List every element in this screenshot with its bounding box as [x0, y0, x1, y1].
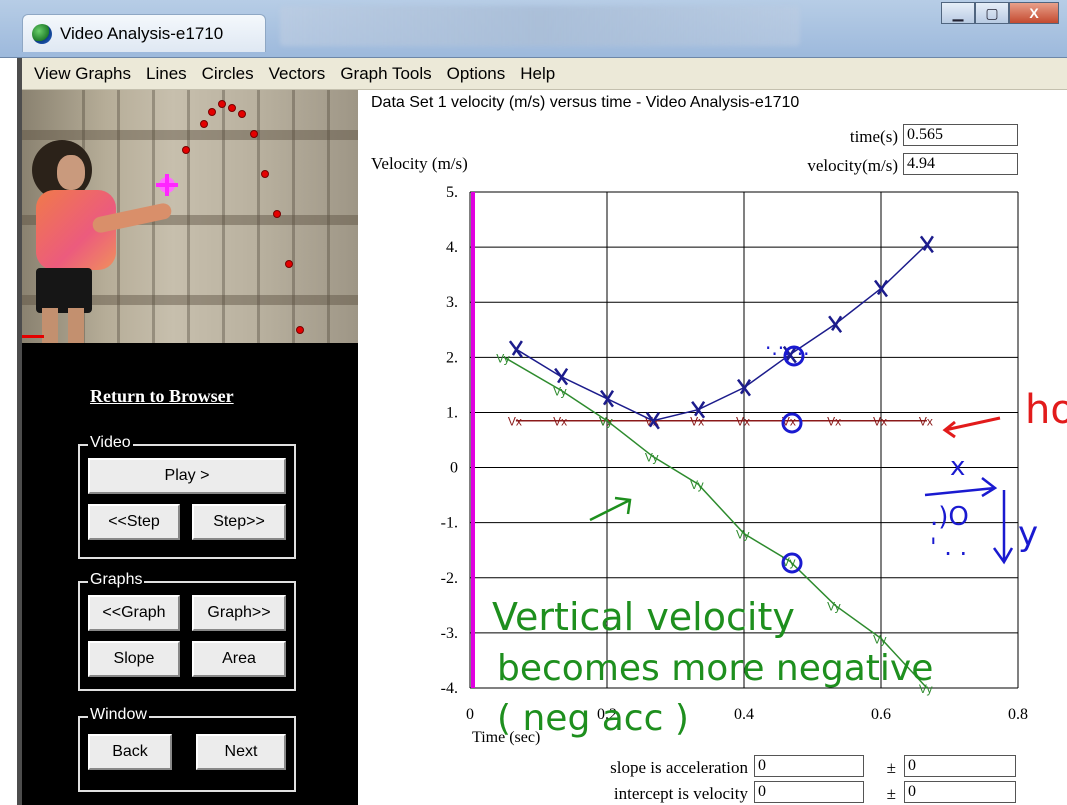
series-point-vy: Vy	[736, 528, 750, 542]
series-point-vx: Vx	[919, 415, 933, 429]
series-point-speed	[554, 367, 569, 386]
series-point-vx: Vx	[508, 415, 522, 429]
velocity-chart[interactable]: 5.4.3.2.1.0-1.-2.-3.-4.0 0.2 0.4 0.6 0.8 Vx V…	[0, 0, 1067, 805]
svg-text:' . .: ' . .	[930, 533, 967, 561]
series-point-vx: Vx	[553, 415, 567, 429]
series-point-vy: Vy	[645, 451, 659, 465]
series-point-vx: Vx	[736, 415, 750, 429]
y-tick-label: -3.	[441, 625, 458, 642]
annotation-line-3: ( neg acc )	[497, 698, 689, 739]
y-tick-label: -4.	[441, 680, 458, 697]
y-tick-label: 1.	[446, 404, 458, 421]
series-point-vx: Vx	[873, 415, 887, 429]
annotation-y: y	[1018, 514, 1038, 554]
series-line-speed	[515, 243, 928, 422]
annotation-hor: hor	[1025, 387, 1067, 433]
y-tick-label: 4.	[446, 239, 458, 256]
series-point-vy: Vy	[690, 478, 704, 492]
series-point-speed	[508, 340, 523, 358]
series-point-vx: Vx	[827, 415, 841, 429]
x-tick-label: 0.6	[871, 706, 891, 723]
annotation-line-1: Vertical velocity	[492, 595, 795, 639]
series-point-vy: Vy	[599, 415, 613, 429]
y-tick-label: 0	[450, 460, 458, 477]
series-point-speed	[828, 315, 843, 334]
y-axis-bar	[471, 192, 475, 688]
x-tick-label: 0	[466, 706, 474, 723]
y-tick-label: -2.	[441, 570, 458, 587]
handwritten-annotations: Vertical velocity becomes more negative …	[492, 336, 1067, 739]
series-point-vy: Vy	[873, 632, 887, 646]
y-tick-label: 5.	[446, 184, 458, 201]
x-tick-label: 0.8	[1008, 706, 1028, 723]
y-tick-label: 2.	[446, 349, 458, 366]
series-point-vy: Vy	[553, 384, 567, 398]
annotation-x: x	[950, 452, 965, 482]
annotation-line-2: becomes more negative	[497, 648, 933, 689]
series-point-speed	[919, 235, 934, 254]
series-point-vy: Vy	[827, 599, 841, 613]
y-tick-label: -1.	[441, 515, 458, 532]
svg-text:.)O: .)O	[930, 502, 969, 532]
chart-ticks: 5.4.3.2.1.0-1.-2.-3.-4.0 0.2 0.4 0.6 0.8	[441, 184, 1028, 723]
series-point-vy: Vy	[496, 351, 510, 365]
x-tick-label: 0.4	[734, 706, 754, 723]
y-tick-label: 3.	[446, 294, 458, 311]
